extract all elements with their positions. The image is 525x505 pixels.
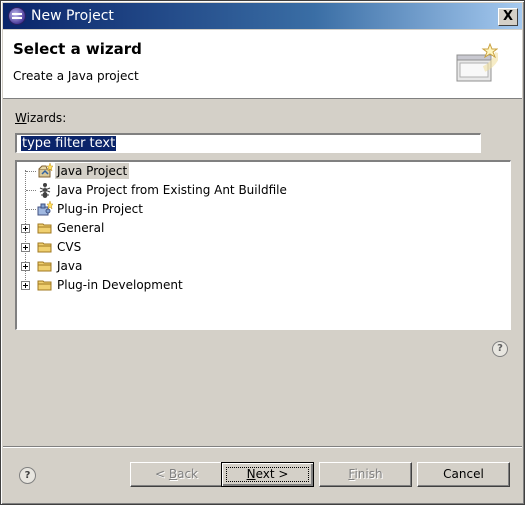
button-bar-separator bbox=[3, 446, 522, 448]
wizard-description: Create a Java project bbox=[13, 69, 139, 83]
tree-item-label: Java bbox=[57, 259, 83, 273]
wizard-title: Select a wizard bbox=[13, 40, 142, 58]
new-wizard-banner-icon bbox=[456, 43, 498, 82]
new-project-dialog: New Project X Select a wizard Create a J… bbox=[0, 0, 525, 505]
finish-button[interactable]: Finish bbox=[319, 462, 412, 487]
expand-plus-icon[interactable] bbox=[21, 243, 30, 252]
expand-plus-icon[interactable] bbox=[21, 281, 30, 290]
tree-item-label: Plug-in Project bbox=[57, 202, 143, 216]
tree-item-ant-buildfile[interactable]: Java Project from Existing Ant Buildfile bbox=[17, 181, 497, 200]
focus-ring bbox=[226, 467, 309, 482]
tree-item-label: Java Project from Existing Ant Buildfile bbox=[57, 183, 287, 197]
tree-item-general[interactable]: General bbox=[17, 219, 497, 238]
eclipse-icon bbox=[9, 8, 25, 24]
folder-icon bbox=[37, 261, 52, 272]
plugin-project-icon bbox=[37, 201, 53, 216]
close-button[interactable]: X bbox=[498, 8, 518, 26]
cancel-button[interactable]: Cancel bbox=[417, 462, 510, 487]
folder-icon bbox=[37, 280, 52, 291]
filter-input[interactable]: type filter text bbox=[15, 133, 481, 153]
ant-icon bbox=[39, 183, 51, 198]
tree-item-label: Plug-in Development bbox=[57, 278, 183, 292]
folder-icon bbox=[37, 223, 52, 234]
tree-item-plugin-development[interactable]: Plug-in Development bbox=[17, 276, 497, 295]
folder-icon bbox=[37, 242, 52, 253]
title-bar[interactable]: New Project X bbox=[3, 3, 522, 29]
java-project-icon bbox=[38, 163, 53, 178]
help-button[interactable]: ? bbox=[19, 467, 36, 484]
tree-item-cvs[interactable]: CVS bbox=[17, 238, 497, 257]
wizard-header: Select a wizard Create a Java project bbox=[3, 30, 522, 99]
window-title: New Project bbox=[31, 8, 114, 24]
filter-input-text: type filter text bbox=[21, 136, 117, 151]
expand-plus-icon[interactable] bbox=[21, 224, 30, 233]
back-button[interactable]: < Back bbox=[130, 462, 223, 487]
tree-item-plugin-project[interactable]: Plug-in Project bbox=[17, 200, 497, 219]
tree-item-label: General bbox=[57, 221, 105, 235]
next-button[interactable]: Next > bbox=[221, 462, 314, 487]
tree-item-label: CVS bbox=[57, 240, 82, 254]
tree-item-label: Java Project bbox=[55, 163, 130, 179]
tree-item-java-project[interactable]: Java Project bbox=[17, 162, 497, 181]
context-help-icon[interactable]: ? bbox=[492, 341, 508, 357]
wizard-tree[interactable]: Java Project Java Project from Existing … bbox=[15, 160, 511, 330]
wizards-label: Wizards: bbox=[15, 111, 67, 125]
expand-plus-icon[interactable] bbox=[21, 262, 30, 271]
tree-item-java[interactable]: Java bbox=[17, 257, 497, 276]
